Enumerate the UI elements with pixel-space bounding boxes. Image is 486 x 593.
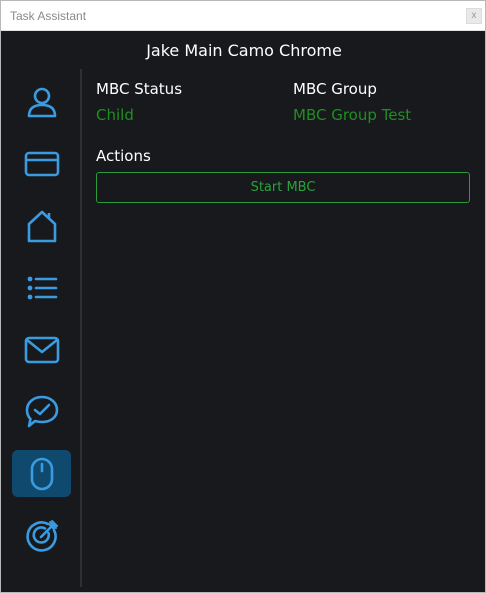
app-window: Task Assistant x Jake Main Camo Chrome M… bbox=[0, 0, 486, 593]
close-button[interactable]: x bbox=[466, 8, 482, 24]
start-mbc-button[interactable]: Start MBC bbox=[96, 172, 470, 203]
sidebar bbox=[1, 69, 81, 587]
sidebar-item-home[interactable] bbox=[12, 202, 71, 249]
mbc-status-value: Child bbox=[96, 106, 134, 124]
home-icon bbox=[27, 210, 56, 242]
sidebar-item-billing[interactable] bbox=[12, 140, 71, 187]
sidebar-item-mail[interactable] bbox=[12, 326, 71, 373]
mbc-group-label: MBC Group bbox=[293, 80, 377, 98]
sidebar-divider bbox=[80, 69, 82, 587]
user-icon bbox=[27, 87, 56, 117]
sidebar-item-goals[interactable] bbox=[12, 512, 71, 559]
sidebar-item-messages[interactable] bbox=[12, 388, 71, 435]
chat-check-icon bbox=[25, 395, 58, 427]
sidebar-item-profile[interactable] bbox=[12, 78, 71, 125]
card-icon bbox=[24, 151, 59, 176]
mbc-status-label: MBC Status bbox=[96, 80, 183, 98]
title-bar: Task Assistant x bbox=[1, 1, 485, 31]
sidebar-item-tasks[interactable] bbox=[12, 264, 71, 311]
page-title: Jake Main Camo Chrome bbox=[146, 41, 342, 60]
mouse-icon bbox=[30, 457, 53, 490]
target-icon bbox=[25, 519, 58, 552]
sidebar-item-mbc[interactable] bbox=[12, 450, 71, 497]
window-title: Task Assistant bbox=[10, 9, 87, 23]
mbc-group-value: MBC Group Test bbox=[293, 106, 412, 124]
mail-icon bbox=[24, 336, 59, 363]
actions-heading: Actions bbox=[96, 147, 151, 165]
list-icon bbox=[27, 276, 57, 299]
